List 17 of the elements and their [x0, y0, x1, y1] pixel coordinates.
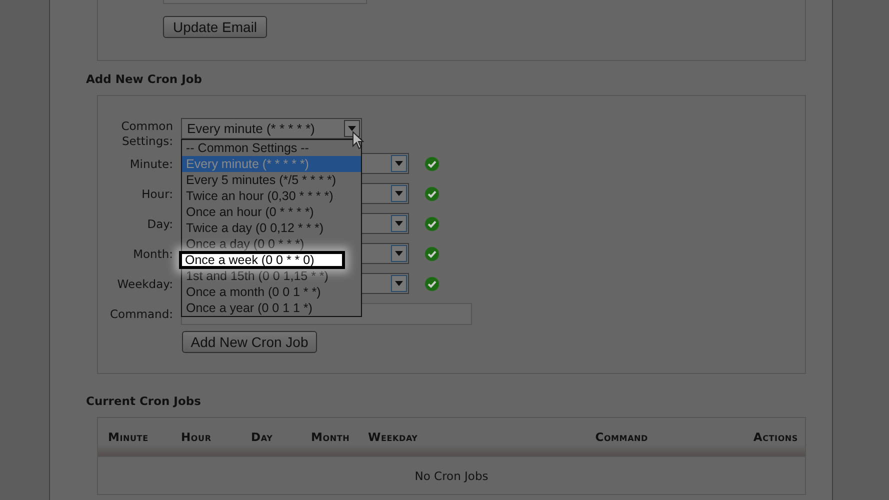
column-header: Minute — [108, 430, 150, 444]
field-label: Month: — [132, 246, 173, 263]
column-header: Day — [251, 430, 274, 444]
field-label: Day: — [146, 216, 173, 233]
column-header: Hour — [181, 430, 212, 444]
column-header: Month — [311, 430, 351, 444]
field-label: Hour: — [140, 186, 173, 203]
section-heading: Add New Cron Job — [86, 72, 204, 88]
column-header: Actions — [752, 430, 798, 444]
column-header: Weekday — [368, 430, 419, 444]
field-label: Command: — [109, 306, 173, 323]
field-label: Minute: — [128, 156, 173, 173]
empty-message: No Cron Jobs — [414, 468, 490, 485]
section-heading: Current Cron Jobs — [86, 394, 202, 410]
field-label: Weekday: — [116, 276, 173, 293]
column-header: Command — [594, 430, 648, 444]
field-label: Common Settings: — [120, 118, 173, 149]
